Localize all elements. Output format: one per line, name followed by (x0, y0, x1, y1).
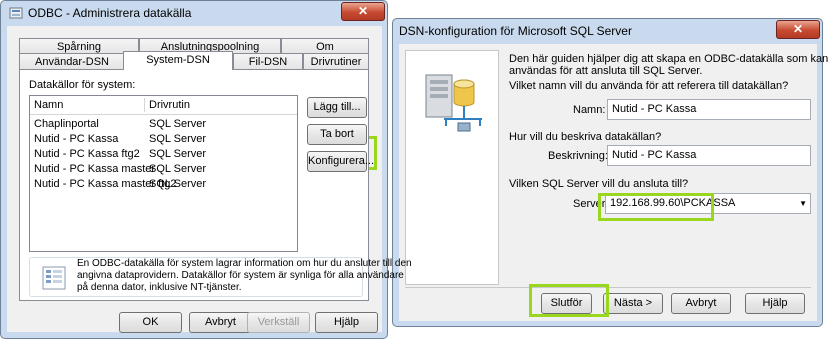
highlight-finish (529, 284, 609, 317)
close-button[interactable]: ✕ (776, 20, 820, 39)
dialog-client: Den här guiden hjälper dig att skapa en … (399, 44, 828, 321)
window-title: DSN-konfiguration för Microsoft SQL Serv… (399, 24, 632, 38)
close-icon: ✕ (792, 22, 804, 36)
description-input[interactable]: Nutid - PC Kassa (607, 145, 811, 166)
highlight-server (598, 193, 714, 221)
table-row[interactable]: Chaplinportal (34, 118, 99, 130)
list-caption: Datakällor för system: (29, 79, 136, 91)
description-question: Hur vill du beskriva datakällan? (509, 131, 662, 143)
add-button[interactable]: Lägg till... (307, 97, 367, 118)
database-server-icon (425, 74, 482, 132)
server-question: Vilken SQL Server vill du ansluta till? (509, 178, 689, 190)
table-row[interactable]: Nutid - PC Kassa ftg2 (34, 148, 140, 160)
apply-button[interactable]: Verkställ (247, 312, 310, 333)
info-text: En ODBC-datakälla för system lagrar info… (77, 258, 412, 294)
info-line: angivna dataprovidern. Datakällor för sy… (77, 270, 404, 281)
row-name: Chaplinportal (34, 118, 99, 130)
row-driver: SQL Server (149, 133, 207, 145)
row-name: Nutid - PC Kassa ftg2 (34, 148, 140, 160)
title-bar[interactable]: ODBC - Administrera datakälla ✕ (1, 1, 387, 25)
odbc-app-icon (9, 7, 23, 19)
cancel-button[interactable]: Avbryt (189, 312, 252, 333)
description-label: Beskrivning: (548, 150, 608, 162)
table-row[interactable]: Nutid - PC Kassa master (34, 163, 155, 175)
row-driver: SQL Server (149, 148, 207, 160)
help-button[interactable]: Hjälp (745, 293, 805, 314)
configure-button[interactable]: Konfigurera... (307, 151, 374, 172)
row-name: Nutid - PC Kassa master (34, 163, 156, 175)
info-line: En ODBC-datakälla för system lagrar info… (77, 258, 412, 269)
name-label: Namn: (573, 104, 606, 116)
tab-page: Datakällor för system: Namn Drivrutin Ch… (19, 69, 412, 301)
tab-label: Spårning (56, 41, 102, 53)
column-header-name[interactable]: Namn (34, 99, 63, 111)
tab-label: Om (316, 41, 334, 53)
title-bar[interactable]: DSN-konfiguration för Microsoft SQL Serv… (393, 19, 822, 43)
intro-line1: Den här guiden hjälper dig att skapa en … (509, 53, 828, 65)
tab-label: Användar-DSN (35, 56, 109, 68)
tab-anvandar-dsn[interactable]: Användar-DSN (19, 53, 125, 70)
column-header-driver[interactable]: Drivrutin (149, 99, 190, 111)
help-button[interactable]: Hjälp (315, 312, 378, 333)
row-name: Nutid - PC Kassa (34, 133, 119, 145)
data-sources-icon (42, 266, 66, 290)
row-driver: SQL Server (149, 178, 207, 190)
list-header: Namn Drivrutin (30, 96, 297, 115)
chevron-down-icon[interactable]: ▼ (799, 194, 807, 213)
dsn-list[interactable]: Namn Drivrutin Chaplinportal SQL Server … (29, 95, 298, 252)
cancel-button[interactable]: Avbryt (671, 293, 731, 314)
tab-label: Fil-DSN (248, 56, 288, 68)
tab-label: System-DSN (146, 54, 210, 66)
tab-fil-dsn[interactable]: Fil-DSN (233, 53, 303, 70)
next-button[interactable]: Nästa > (603, 293, 663, 314)
tab-system-dsn[interactable]: System-DSN (123, 51, 233, 70)
table-row[interactable]: Nutid - PC Kassa (34, 133, 118, 145)
remove-button[interactable]: Ta bort (307, 124, 367, 145)
odbc-admin-window: ODBC - Administrera datakälla ✕ Spårning… (0, 0, 412, 339)
tab-label: Drivrutiner (310, 56, 362, 68)
close-icon: ✕ (357, 4, 369, 18)
name-input[interactable]: Nutid - PC Kassa (607, 99, 811, 120)
info-group: En ODBC-datakälla för system lagrar info… (29, 257, 412, 297)
dsn-config-window: DSN-konfiguration för Microsoft SQL Serv… (392, 18, 828, 327)
wizard-image-panel (405, 50, 499, 285)
ok-button[interactable]: OK (119, 312, 182, 333)
row-driver: SQL Server (149, 118, 207, 130)
intro-line2: användas för att ansluta till SQL Server… (509, 65, 703, 77)
info-line: på denna dator, inklusive NT-tjänster. (77, 282, 242, 293)
close-button[interactable]: ✕ (341, 2, 385, 21)
name-question: Vilket namn vill du använda för att refe… (509, 80, 789, 92)
row-driver: SQL Server (149, 163, 207, 175)
tab-drivrutiner[interactable]: Drivrutiner (303, 53, 369, 70)
dialog-client: Spårning Anslutningspoolning Om Användar… (7, 26, 412, 333)
window-title: ODBC - Administrera datakälla (28, 6, 192, 20)
